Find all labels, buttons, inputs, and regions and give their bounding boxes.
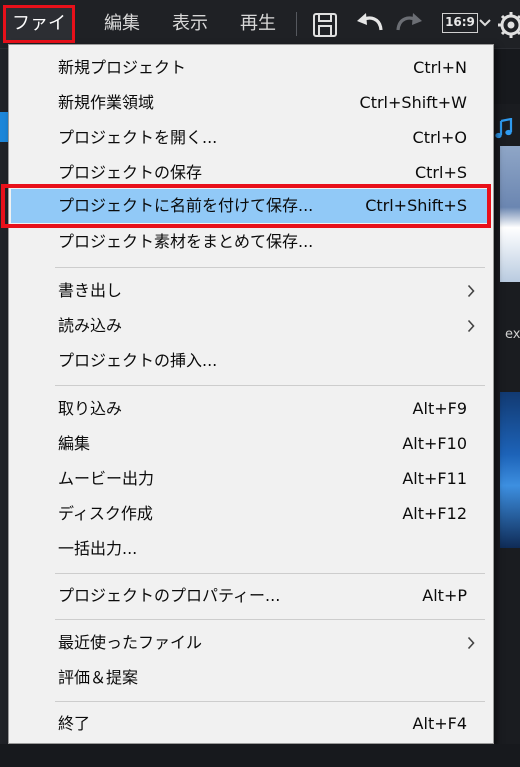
menu-item-export[interactable]: 書き出し (11, 275, 491, 307)
highlight-annotation-frame (1, 184, 491, 228)
menu-item-rate-suggest[interactable]: 評価＆提案 (11, 662, 491, 694)
menu-item-label: 取り込み (58, 399, 123, 418)
menu-item-project-properties[interactable]: プロジェクトのプロパティー... Alt+P (11, 580, 491, 612)
menu-item-disc-creation[interactable]: ディスク作成 Alt+F12 (11, 498, 491, 530)
menu-item-open-project[interactable]: プロジェクトを開く... Ctrl+O (11, 122, 491, 154)
menu-item-edit[interactable]: 編集 Alt+F10 (11, 428, 491, 460)
save-icon[interactable] (311, 8, 339, 40)
chevron-down-icon[interactable] (478, 14, 492, 32)
menu-separator (55, 267, 485, 268)
toolbar-divider (296, 12, 297, 36)
left-panel-edge (0, 48, 8, 767)
menu-item-batch-output[interactable]: 一括出力... (11, 533, 491, 565)
chevron-right-icon (467, 284, 475, 298)
menu-item-shortcut: Alt+F4 (412, 714, 467, 733)
menu-item-label: 読み込み (58, 316, 123, 335)
menu-item-recent-files[interactable]: 最近使ったファイル (11, 627, 491, 659)
menu-play[interactable]: 再生 (228, 6, 288, 42)
menu-item-new-project[interactable]: 新規プロジェクト Ctrl+N (11, 52, 491, 84)
menu-item-import[interactable]: 読み込み (11, 310, 491, 342)
menu-item-label: 評価＆提案 (58, 668, 139, 687)
menu-item-shortcut: Alt+P (422, 586, 467, 605)
menu-view[interactable]: 表示 (160, 6, 220, 42)
music-note-icon[interactable] (494, 118, 514, 140)
menu-item-shortcut: Ctrl+Shift+W (359, 93, 467, 112)
menu-bar: ファイル 編集 表示 再生 16:9 (0, 0, 520, 66)
menu-item-shortcut: Ctrl+N (413, 58, 467, 77)
menu-item-label: 編集 (58, 434, 91, 453)
menu-item-label: 新規プロジェクト (58, 58, 187, 77)
media-caption: ex (505, 327, 520, 342)
app-background (0, 744, 520, 767)
menu-item-label: 一括出力... (58, 539, 138, 558)
menu-item-label: プロジェクト素材をまとめて保存... (58, 232, 314, 251)
menu-item-label: ムービー出力 (58, 469, 155, 488)
menu-item-label: 終了 (58, 714, 91, 733)
menu-item-movie-output[interactable]: ムービー出力 Alt+F11 (11, 463, 491, 495)
redo-icon[interactable] (393, 8, 425, 40)
menu-item-insert-project[interactable]: プロジェクトの挿入... (11, 345, 491, 377)
menu-item-shortcut: Alt+F11 (402, 469, 467, 488)
menu-item-pack-project[interactable]: プロジェクト素材をまとめて保存... (11, 226, 491, 258)
menu-item-label: 書き出し (58, 281, 123, 300)
gear-icon[interactable] (494, 9, 520, 41)
menu-item-shortcut: Alt+F9 (412, 399, 467, 418)
menu-item-shortcut: Alt+F12 (402, 504, 467, 523)
menu-item-label: 最近使ったファイル (58, 633, 203, 652)
chevron-right-icon (467, 319, 475, 333)
chevron-right-icon (467, 636, 475, 650)
timeline-accent-bar (0, 112, 8, 142)
media-thumbnail[interactable] (500, 392, 520, 548)
menu-separator (55, 701, 485, 702)
menu-item-capture[interactable]: 取り込み Alt+F9 (11, 393, 491, 425)
undo-icon[interactable] (354, 8, 386, 40)
menu-separator (55, 619, 485, 620)
menu-item-label: ディスク作成 (58, 504, 153, 523)
file-menu-dropdown: 新規プロジェクト Ctrl+N 新規作業領域 Ctrl+Shift+W プロジェ… (1, 44, 494, 744)
menu-item-label: 新規作業領域 (58, 93, 155, 112)
aspect-ratio-button[interactable]: 16:9 (442, 13, 478, 33)
menu-edit[interactable]: 編集 (92, 6, 152, 42)
menu-item-label: プロジェクトのプロパティー... (58, 586, 281, 605)
menu-item-label: プロジェクトの挿入... (58, 351, 218, 370)
menu-separator (55, 573, 485, 574)
menu-separator (55, 385, 485, 386)
menu-item-new-workspace[interactable]: 新規作業領域 Ctrl+Shift+W (11, 87, 491, 119)
menu-item-shortcut: Ctrl+O (412, 128, 467, 147)
menu-file[interactable]: ファイル (3, 5, 75, 66)
menu-item-exit[interactable]: 終了 Alt+F4 (11, 708, 491, 740)
menu-item-label: プロジェクトを開く... (58, 128, 218, 147)
menu-item-shortcut: Alt+F10 (402, 434, 467, 453)
media-thumbnail[interactable] (500, 146, 520, 282)
